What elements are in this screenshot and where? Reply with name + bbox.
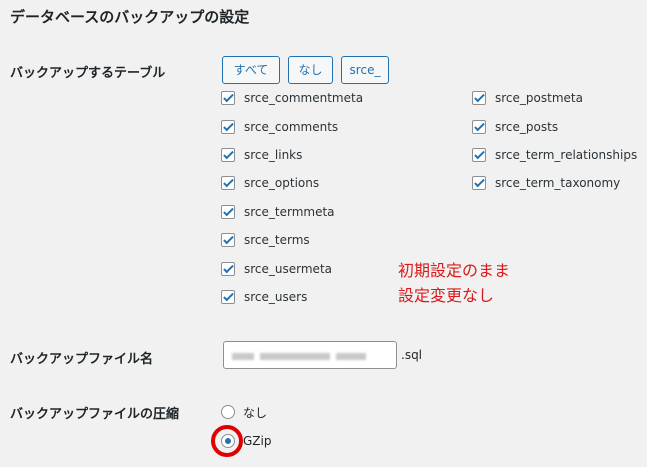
table-name-label: srce_posts [495,120,559,134]
radio-icon[interactable] [221,405,235,419]
checked-checkbox-icon[interactable] [221,233,235,247]
checked-checkbox-icon[interactable] [472,120,486,134]
table-checkbox-srce-options[interactable]: srce_options [221,174,319,192]
checked-checkbox-icon[interactable] [221,120,235,134]
table-checkbox-srce-posts[interactable]: srce_posts [472,118,558,136]
section-title: データベースのバックアップの設定 [10,8,250,26]
select-none-button[interactable]: なし [288,56,333,84]
table-checkbox-srce-usermeta[interactable]: srce_usermeta [221,260,332,278]
highlight-circle [211,425,243,457]
table-checkbox-srce-comments[interactable]: srce_comments [221,118,338,136]
checked-checkbox-icon[interactable] [221,262,235,276]
annotation-note: 初期設定のまま 設定変更なし [398,258,510,308]
checked-checkbox-icon[interactable] [472,176,486,190]
table-name-label: srce_commentmeta [244,91,364,105]
table-checkbox-srce-termmeta[interactable]: srce_termmeta [221,203,335,221]
table-name-label: srce_terms [244,233,310,247]
blurred-filename-text [336,353,366,360]
compression-label: バックアップファイルの圧縮 [10,407,180,422]
annotation-line-2: 設定変更なし [398,286,495,305]
checked-checkbox-icon[interactable] [221,91,235,105]
table-checkbox-srce-term-taxonomy[interactable]: srce_term_taxonomy [472,174,620,192]
annotation-line-1: 初期設定のまま [398,261,511,280]
checked-checkbox-icon[interactable] [221,290,235,304]
table-name-label: srce_links [244,148,303,162]
filename-label: バックアップファイル名 [10,352,154,367]
table-checkbox-srce-postmeta[interactable]: srce_postmeta [472,89,583,107]
table-name-label: srce_term_taxonomy [495,176,621,190]
filename-extension: .sql [401,348,423,362]
table-checkbox-srce-terms[interactable]: srce_terms [221,231,310,249]
table-name-label: srce_usermeta [244,262,332,276]
table-checkbox-srce-term-relationships[interactable]: srce_term_relationships [472,146,637,164]
checked-checkbox-icon[interactable] [472,148,486,162]
tables-label: バックアップするテーブル [10,66,166,81]
compression-option-none[interactable]: なし [221,403,267,421]
table-name-label: srce_postmeta [495,91,583,105]
blurred-filename-text [232,353,254,360]
select-prefix-button[interactable]: srce_ [341,56,389,84]
table-checkbox-srce-users[interactable]: srce_users [221,288,307,306]
checked-checkbox-icon[interactable] [221,148,235,162]
radio-label: GZip [243,434,272,448]
table-checkbox-srce-links[interactable]: srce_links [221,146,302,164]
radio-label: なし [243,405,268,420]
table-name-label: srce_options [244,176,320,190]
table-name-label: srce_comments [244,120,339,134]
blurred-filename-text [260,353,330,360]
table-name-label: srce_users [244,290,308,304]
table-name-label: srce_termmeta [244,205,335,219]
checked-checkbox-icon[interactable] [472,91,486,105]
table-checkbox-srce-commentmeta[interactable]: srce_commentmeta [221,89,363,107]
checked-checkbox-icon[interactable] [221,205,235,219]
select-all-button[interactable]: すべて [222,56,280,84]
table-name-label: srce_term_relationships [495,148,638,162]
checked-checkbox-icon[interactable] [221,176,235,190]
filename-input[interactable] [223,341,397,369]
